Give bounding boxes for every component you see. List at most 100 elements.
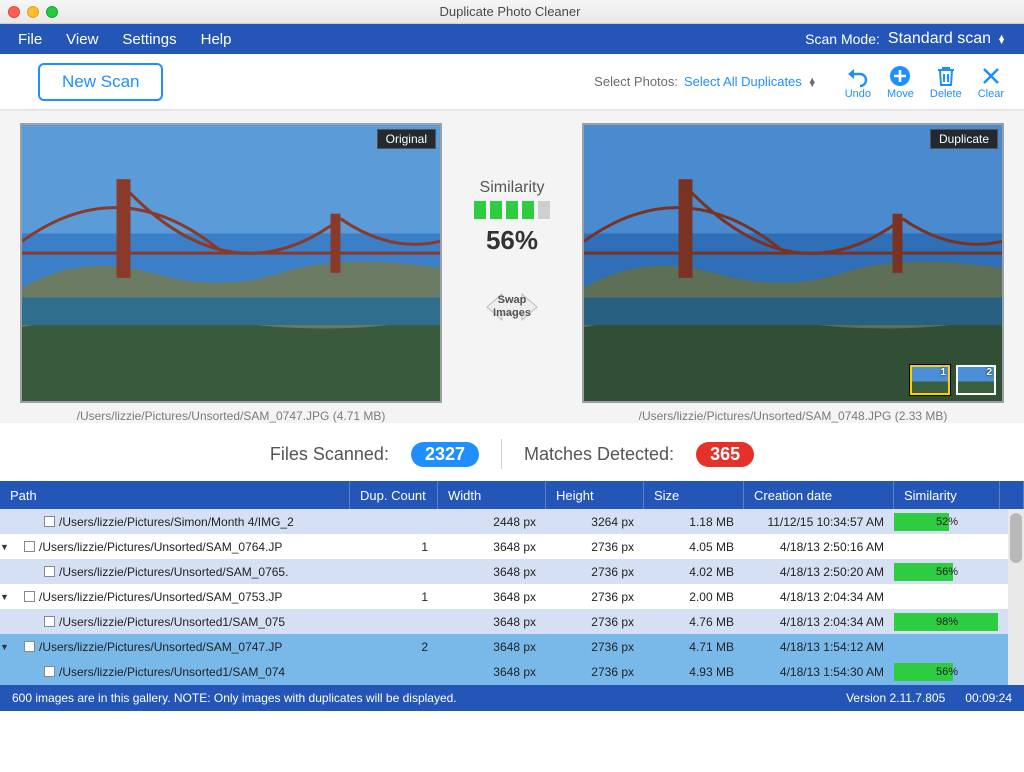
- sort-icon[interactable]: ▲▼: [997, 35, 1006, 43]
- compare-area: Original /Users/lizzie/Pictures/Unsorted…: [0, 110, 1024, 423]
- row-path: /Users/lizzie/Pictures/Simon/Month 4/IMG…: [59, 515, 294, 529]
- similarity-cell: [894, 538, 1000, 556]
- row-checkbox[interactable]: [44, 566, 55, 577]
- table-row[interactable]: /Users/lizzie/Pictures/Simon/Month 4/IMG…: [0, 509, 1024, 534]
- menu-file[interactable]: File: [18, 31, 42, 48]
- select-photos-label: Select Photos:: [594, 74, 678, 89]
- scrollbar-thumb[interactable]: [1010, 513, 1022, 563]
- similarity-percentage: 56%: [486, 225, 538, 256]
- status-message: 600 images are in this gallery. NOTE: On…: [12, 691, 457, 705]
- row-checkbox[interactable]: [44, 516, 55, 527]
- col-similarity[interactable]: Similarity: [894, 481, 1000, 509]
- select-photos-dropdown[interactable]: Select All Duplicates: [684, 74, 802, 89]
- row-path: /Users/lizzie/Pictures/Unsorted/SAM_0764…: [39, 540, 282, 554]
- duplicate-panel: Duplicate 1 2 /Users/lizzie/Pictures/Uns…: [582, 123, 1004, 423]
- similarity-cell: [894, 638, 1000, 656]
- statusbar: 600 images are in this gallery. NOTE: On…: [0, 685, 1024, 711]
- elapsed-time: 00:09:24: [965, 691, 1012, 705]
- col-size[interactable]: Size: [644, 481, 744, 509]
- minimize-window-icon[interactable]: [27, 6, 39, 18]
- table-row[interactable]: /Users/lizzie/Pictures/Unsorted/SAM_0748…: [0, 684, 1024, 685]
- similarity-cell: 56%: [894, 563, 1000, 581]
- vertical-scrollbar[interactable]: [1008, 509, 1024, 685]
- row-checkbox[interactable]: [24, 591, 35, 602]
- table-header: Path Dup. Count Width Height Size Creati…: [0, 481, 1024, 509]
- new-scan-button[interactable]: New Scan: [38, 63, 163, 101]
- matches-value: 365: [696, 442, 754, 467]
- stats-row: Files Scanned: 2327 Matches Detected: 36…: [0, 423, 1024, 481]
- sim-bar: [506, 201, 518, 219]
- table-row[interactable]: ▼ /Users/lizzie/Pictures/Unsorted/SAM_07…: [0, 584, 1024, 609]
- row-checkbox[interactable]: [44, 666, 55, 677]
- table-row[interactable]: /Users/lizzie/Pictures/Unsorted1/SAM_074…: [0, 659, 1024, 684]
- files-scanned-label: Files Scanned:: [270, 444, 389, 465]
- duplicate-thumbnails: 1 2: [910, 365, 996, 395]
- row-path: /Users/lizzie/Pictures/Unsorted1/SAM_075: [59, 615, 285, 629]
- similarity-cell: [894, 588, 1000, 606]
- table-row[interactable]: ▼ /Users/lizzie/Pictures/Unsorted/SAM_07…: [0, 634, 1024, 659]
- table-body[interactable]: /Users/lizzie/Pictures/Simon/Month 4/IMG…: [0, 509, 1024, 685]
- col-dup-count[interactable]: Dup. Count: [350, 481, 438, 509]
- matches-label: Matches Detected:: [524, 444, 674, 465]
- similarity-cell: 98%: [894, 613, 1000, 631]
- table-row[interactable]: ▼ /Users/lizzie/Pictures/Unsorted/SAM_07…: [0, 534, 1024, 559]
- col-height[interactable]: Height: [546, 481, 644, 509]
- menu-help[interactable]: Help: [201, 31, 232, 48]
- duplicate-caption: /Users/lizzie/Pictures/Unsorted/SAM_0748…: [582, 409, 1004, 423]
- similarity-cell: 56%: [894, 663, 1000, 681]
- duplicate-tag: Duplicate: [930, 129, 998, 149]
- clear-button[interactable]: Clear: [978, 64, 1004, 100]
- trash-icon: [934, 64, 958, 88]
- menu-view[interactable]: View: [66, 31, 98, 48]
- scan-mode-dropdown[interactable]: Standard scan: [888, 30, 991, 48]
- files-scanned-value: 2327: [411, 442, 479, 467]
- sim-bar: [538, 201, 550, 219]
- compare-center: Similarity 56% Swap Images: [452, 123, 572, 423]
- disclosure-triangle-icon[interactable]: ▼: [0, 642, 10, 652]
- original-tag: Original: [377, 129, 436, 149]
- original-image[interactable]: Original: [20, 123, 442, 403]
- duplicate-image[interactable]: Duplicate 1 2: [582, 123, 1004, 403]
- menubar: File View Settings Help Scan Mode: Stand…: [0, 24, 1024, 54]
- original-panel: Original /Users/lizzie/Pictures/Unsorted…: [20, 123, 442, 423]
- sim-bar: [474, 201, 486, 219]
- row-checkbox[interactable]: [44, 616, 55, 627]
- menu-settings[interactable]: Settings: [122, 31, 176, 48]
- table-row[interactable]: /Users/lizzie/Pictures/Unsorted1/SAM_075…: [0, 609, 1024, 634]
- disclosure-triangle-icon[interactable]: ▼: [0, 542, 10, 552]
- row-path: /Users/lizzie/Pictures/Unsorted/SAM_0765…: [59, 565, 288, 579]
- col-width[interactable]: Width: [438, 481, 546, 509]
- clear-icon: [979, 64, 1003, 88]
- close-window-icon[interactable]: [8, 6, 20, 18]
- swap-images-button[interactable]: Swap Images: [472, 282, 552, 332]
- undo-button[interactable]: Undo: [845, 64, 871, 100]
- move-button[interactable]: Move: [887, 64, 914, 100]
- window-title: Duplicate Photo Cleaner: [58, 4, 962, 19]
- original-caption: /Users/lizzie/Pictures/Unsorted/SAM_0747…: [20, 409, 442, 423]
- col-creation-date[interactable]: Creation date: [744, 481, 894, 509]
- undo-icon: [846, 64, 870, 88]
- stats-divider: [501, 439, 502, 469]
- thumbnail-2[interactable]: 2: [956, 365, 996, 395]
- row-checkbox[interactable]: [24, 541, 35, 552]
- thumbnail-1[interactable]: 1: [910, 365, 950, 395]
- scan-mode-label: Scan Mode:: [805, 31, 880, 47]
- chevron-updown-icon[interactable]: ▲▼: [808, 78, 817, 86]
- col-path[interactable]: Path: [0, 481, 350, 509]
- row-path: /Users/lizzie/Pictures/Unsorted/SAM_0747…: [39, 640, 282, 654]
- sim-bar: [522, 201, 534, 219]
- similarity-bars: [474, 201, 550, 219]
- similarity-cell: 52%: [894, 513, 1000, 531]
- results-table: Path Dup. Count Width Height Size Creati…: [0, 481, 1024, 685]
- delete-button[interactable]: Delete: [930, 64, 962, 100]
- row-path: /Users/lizzie/Pictures/Unsorted/SAM_0753…: [39, 590, 282, 604]
- toolbar: New Scan Select Photos: Select All Dupli…: [0, 54, 1024, 110]
- window-controls: [8, 6, 58, 18]
- zoom-window-icon[interactable]: [46, 6, 58, 18]
- row-checkbox[interactable]: [24, 641, 35, 652]
- bridge-photo-icon: [22, 125, 440, 401]
- plus-circle-icon: [888, 64, 912, 88]
- disclosure-triangle-icon[interactable]: ▼: [0, 592, 10, 602]
- similarity-label: Similarity: [480, 179, 545, 197]
- table-row[interactable]: /Users/lizzie/Pictures/Unsorted/SAM_0765…: [0, 559, 1024, 584]
